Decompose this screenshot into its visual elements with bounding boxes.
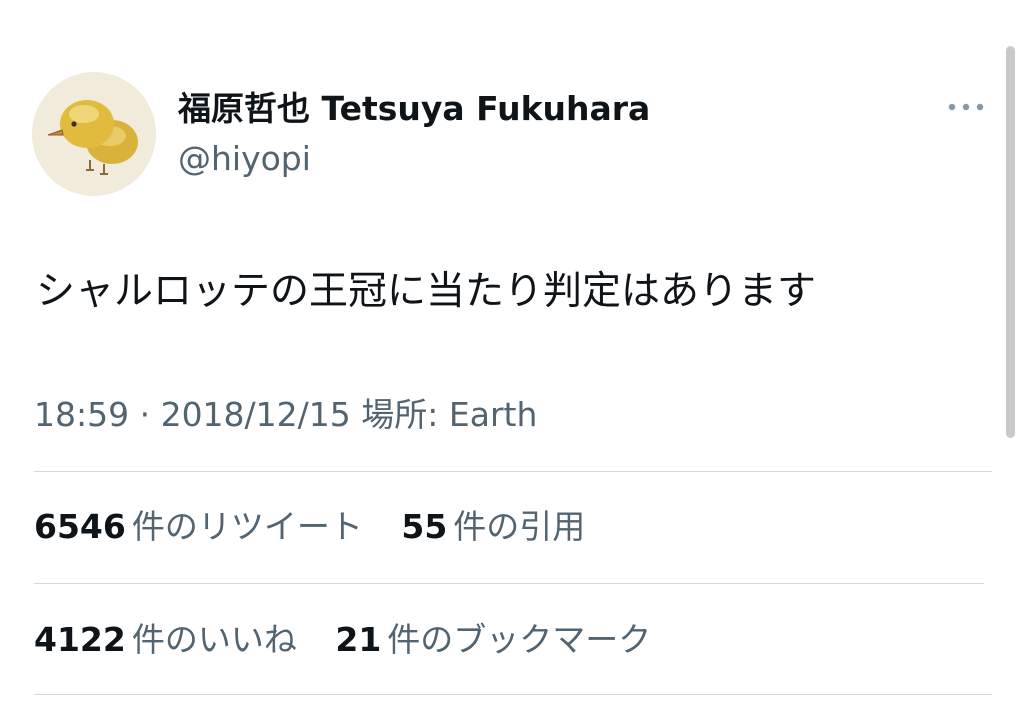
chick-avatar-icon (47, 100, 138, 175)
divider (34, 694, 992, 695)
retweets-count: 6546 (34, 507, 126, 546)
retweets-label: 件のリツイート (131, 507, 363, 546)
likes-count: 4122 (34, 620, 126, 659)
more-options-button[interactable] (940, 92, 992, 122)
quotes-label: 件の引用 (453, 507, 586, 546)
bookmarks-count: 21 (335, 620, 382, 659)
likes-stat[interactable]: 4122 件のいいね (34, 619, 297, 661)
tweet-text: シャルロッテの王冠に当たり判定はあります (36, 269, 817, 314)
more-icon (948, 103, 984, 111)
bookmarks-stat[interactable]: 21 件のブックマーク (335, 619, 651, 661)
display-name[interactable]: 福原哲也 Tetsuya Fukuhara (178, 88, 650, 130)
likes-label: 件のいいね (131, 620, 297, 659)
quotes-stat[interactable]: 55 件の引用 (401, 506, 585, 548)
tweet-detail: 福原哲也 Tetsuya Fukuhara @hiyopi シャルロッテの王冠に… (0, 0, 1024, 708)
divider (34, 471, 992, 472)
tweet-timestamp-location[interactable]: 18:59 · 2018/12/15 場所: Earth (34, 394, 537, 436)
avatar[interactable] (32, 72, 156, 196)
stats-row-likes: 4122 件のいいね 21 件のブックマーク (34, 619, 679, 661)
retweets-stat[interactable]: 6546 件のリツイート (34, 506, 363, 548)
divider (34, 583, 984, 584)
bookmarks-label: 件のブックマーク (387, 620, 652, 659)
user-handle[interactable]: @hiyopi (178, 138, 311, 180)
quotes-count: 55 (401, 507, 448, 546)
scrollbar[interactable] (1006, 46, 1015, 438)
stats-row-retweets: 6546 件のリツイート 55 件の引用 (34, 506, 613, 548)
